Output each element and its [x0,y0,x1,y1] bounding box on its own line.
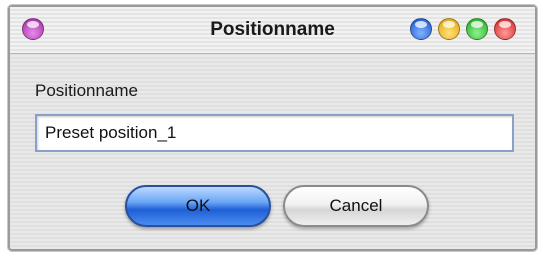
cancel-button[interactable]: Cancel [283,185,429,227]
minimize-orb-icon[interactable] [410,18,432,40]
dialog-window: Positionname Positionname OK Cancel [8,5,537,251]
position-name-label: Positionname [35,81,139,100]
ok-button[interactable]: OK [125,185,271,227]
close-orb-icon[interactable] [494,18,516,40]
position-name-input[interactable] [35,114,514,152]
collapse-orb-icon[interactable] [438,18,460,40]
maximize-orb-icon[interactable] [466,18,488,40]
title-bar[interactable]: Positionname [10,7,535,54]
